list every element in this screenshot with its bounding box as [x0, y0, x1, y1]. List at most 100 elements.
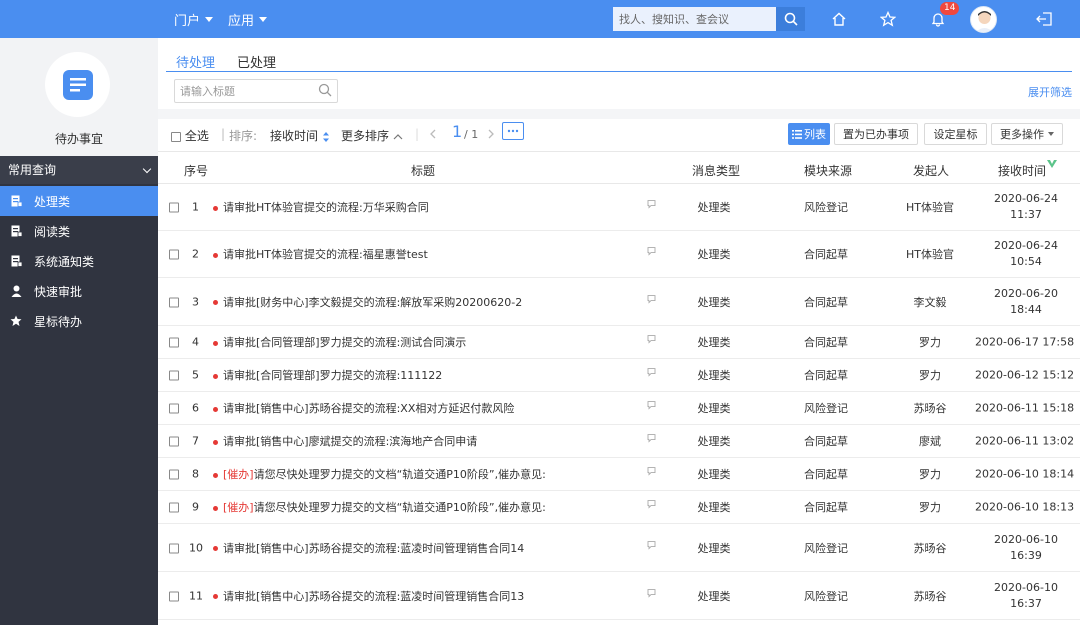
row-title[interactable]: [催办]请您尽快处理罗力提交的文档“轨道交通P10阶段”,催办意见: — [213, 466, 546, 482]
row-checkbox[interactable] — [169, 201, 179, 214]
set-star-button[interactable]: 设定星标 — [924, 123, 987, 145]
select-all-label: 全选 — [184, 129, 209, 143]
row-title-text: 请审批[销售中心]廖斌提交的流程:滨海地产合同申请 — [223, 435, 478, 448]
favorites-button[interactable] — [877, 8, 899, 30]
flag-icon[interactable] — [647, 199, 657, 213]
row-title[interactable]: 请审批[销售中心]廖斌提交的流程:滨海地产合同申请 — [213, 433, 477, 449]
page-jump-button[interactable] — [502, 122, 524, 140]
title-search-input[interactable] — [174, 79, 338, 103]
flag-icon[interactable] — [647, 499, 657, 513]
select-all[interactable]: 全选 — [171, 127, 209, 144]
sidebar-item-process[interactable]: 处理类 — [0, 186, 158, 216]
nav-portal-label: 门户 — [174, 13, 201, 29]
row-title[interactable]: 请审批[财务中心]李文毅提交的流程:解放军采购20200620-2 — [213, 294, 522, 310]
list-view-button[interactable]: 列表 — [788, 123, 830, 145]
avatar[interactable] — [970, 6, 997, 33]
flag-icon[interactable] — [647, 334, 657, 348]
row-sender: 苏旸谷 — [913, 589, 947, 603]
table-row[interactable]: 10 请审批[销售中心]苏旸谷提交的流程:蓝凌时间管理销售合同14 处理类 风险登记 苏… — [158, 524, 1080, 572]
flag-icon[interactable] — [647, 466, 657, 480]
urge-tag: [催办] — [223, 468, 254, 481]
row-checkbox[interactable] — [169, 541, 179, 554]
flag-icon[interactable] — [647, 400, 657, 414]
sort-arrows-icon — [322, 131, 329, 142]
next-page-icon[interactable] — [487, 129, 495, 139]
chevron-down-icon — [142, 164, 152, 174]
row-title[interactable]: 请审批HT体验官提交的流程:福星惠誉test — [213, 246, 428, 262]
row-time: 2020-06-11 13:02 — [975, 434, 1075, 448]
row-title[interactable]: 请审批[销售中心]苏旸谷提交的流程:蓝凌时间管理销售合同13 — [213, 588, 524, 604]
row-type: 处理类 — [697, 295, 731, 309]
select-all-checkbox[interactable] — [171, 131, 181, 142]
row-checkbox[interactable] — [169, 295, 179, 308]
nav-apps[interactable]: 应用 — [228, 0, 268, 38]
row-module: 合同起草 — [804, 435, 848, 448]
more-sort-button[interactable]: 更多排序 — [341, 127, 403, 144]
table-row[interactable]: 9 [催办]请您尽快处理罗力提交的文档“轨道交通P10阶段”,催办意见: 处理类 合同… — [158, 491, 1080, 524]
main-content: 待处理 已处理 展开筛选 全选 | 排序: 接收时间 更多排序 | 1 / 1 … — [158, 38, 1080, 625]
more-sort-label: 更多排序 — [341, 129, 390, 143]
nav-portal[interactable]: 门户 — [174, 0, 214, 38]
global-search-button[interactable] — [776, 7, 805, 31]
row-title-text: 请您尽快处理罗力提交的文档“轨道交通P10阶段”,催办意见: — [253, 501, 546, 514]
table-row[interactable]: 5 请审批[合同管理部]罗力提交的流程:111122 处理类 合同起草 罗力 2020-0… — [158, 359, 1080, 392]
flag-icon[interactable] — [647, 293, 657, 307]
row-date: 2020-06-24 — [994, 192, 1058, 205]
list-toolbar: 全选 | 排序: 接收时间 更多排序 | 1 / 1 列表 置为已办事项 设定星… — [158, 119, 1080, 149]
col-time: 接收时间 — [998, 164, 1047, 178]
expand-filter-link[interactable]: 展开筛选 — [1028, 84, 1072, 100]
flag-icon[interactable] — [647, 367, 657, 381]
flag-icon[interactable] — [647, 587, 657, 601]
search-icon[interactable] — [318, 83, 332, 97]
table-row[interactable]: 1 请审批HT体验官提交的流程:万华采购合同 处理类 风险登记 HT体验官 2020-06… — [158, 184, 1080, 231]
prev-page-icon[interactable] — [429, 129, 437, 139]
row-title[interactable]: [催办]请您尽快处理罗力提交的文档“轨道交通P10阶段”,催办意见: — [213, 499, 546, 515]
row-title[interactable]: 请审批[销售中心]苏旸谷提交的流程:蓝凌时间管理销售合同14 — [213, 540, 524, 556]
sidebar-item-quick-approval[interactable]: 快速审批 — [0, 276, 158, 306]
row-checkbox[interactable] — [169, 589, 179, 602]
sidebar-item-system-notice[interactable]: 系统通知类 — [0, 246, 158, 276]
row-title[interactable]: 请审批HT体验官提交的流程:万华采购合同 — [213, 199, 429, 215]
mark-done-button[interactable]: 置为已办事项 — [834, 123, 918, 145]
unread-dot-icon — [213, 252, 218, 258]
sort-label: 排序: — [229, 129, 258, 143]
row-number: 3 — [192, 295, 199, 308]
global-search-input[interactable] — [613, 7, 776, 31]
flag-icon[interactable] — [647, 433, 657, 447]
row-title[interactable]: 请审批[合同管理部]罗力提交的流程:111122 — [213, 367, 442, 383]
table-row[interactable]: 7 请审批[销售中心]廖斌提交的流程:滨海地产合同申请 处理类 合同起草 廖斌 2020-… — [158, 425, 1080, 458]
sidebar-item-label: 处理类 — [34, 194, 71, 209]
chevron-up-icon — [393, 133, 403, 139]
row-title[interactable]: 请审批[合同管理部]罗力提交的流程:测试合同演示 — [213, 334, 466, 350]
row-checkbox[interactable] — [169, 402, 179, 415]
row-checkbox[interactable] — [169, 468, 179, 481]
tab-bar: 待处理 已处理 — [166, 48, 1072, 72]
logout-button[interactable] — [1033, 8, 1055, 30]
row-checkbox[interactable] — [169, 369, 179, 382]
row-checkbox[interactable] — [169, 336, 179, 349]
tab-pending[interactable]: 待处理 — [176, 52, 215, 71]
row-checkbox[interactable] — [169, 501, 179, 514]
home-button[interactable] — [828, 8, 850, 30]
table-row[interactable]: 4 请审批[合同管理部]罗力提交的流程:测试合同演示 处理类 合同起草 罗力 2020-0… — [158, 326, 1080, 359]
table-row[interactable]: 11 请审批[销售中心]苏旸谷提交的流程:蓝凌时间管理销售合同13 处理类 风险登记 苏… — [158, 572, 1080, 620]
row-checkbox[interactable] — [169, 435, 179, 448]
table-row[interactable]: 8 [催办]请您尽快处理罗力提交的文档“轨道交通P10阶段”,催办意见: 处理类 合同… — [158, 458, 1080, 491]
row-title-text: 请审批HT体验官提交的流程:福星惠誉test — [223, 248, 428, 261]
table-row[interactable]: 3 请审批[财务中心]李文毅提交的流程:解放军采购20200620-2 处理类 合同起… — [158, 278, 1080, 326]
sidebar-item-starred[interactable]: 星标待办 — [0, 306, 158, 336]
table-row[interactable]: 2 请审批HT体验官提交的流程:福星惠誉test 处理类 合同起草 HT体验官 2020-… — [158, 231, 1080, 278]
tab-processed[interactable]: 已处理 — [237, 52, 276, 71]
flag-icon[interactable] — [647, 246, 657, 260]
sidebar-group-common-query[interactable]: 常用查询 — [0, 156, 158, 184]
flag-icon[interactable] — [647, 539, 657, 553]
total-pages: / 1 — [464, 128, 479, 141]
sidebar-item-read[interactable]: 阅读类 — [0, 216, 158, 246]
unread-dot-icon — [213, 439, 218, 445]
column-settings-icon[interactable] — [1046, 158, 1058, 170]
more-actions-button[interactable]: 更多操作 — [991, 123, 1063, 145]
sort-field-button[interactable]: 接收时间 — [270, 127, 330, 144]
row-title[interactable]: 请审批[销售中心]苏旸谷提交的流程:XX相对方延迟付款风险 — [213, 400, 514, 416]
row-checkbox[interactable] — [169, 248, 179, 261]
table-row[interactable]: 6 请审批[销售中心]苏旸谷提交的流程:XX相对方延迟付款风险 处理类 风险登记 苏旸谷… — [158, 392, 1080, 425]
